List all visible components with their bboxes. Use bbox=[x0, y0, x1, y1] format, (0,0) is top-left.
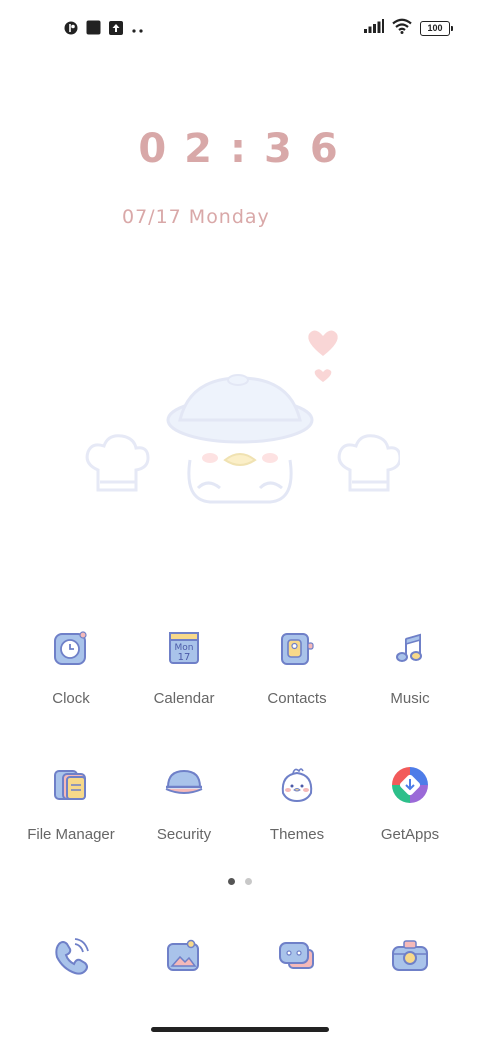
dock-camera[interactable] bbox=[390, 936, 430, 976]
dock-phone[interactable] bbox=[51, 936, 91, 976]
wifi-icon bbox=[392, 18, 412, 39]
app-file-manager[interactable]: File Manager bbox=[15, 765, 127, 843]
getapps-icon bbox=[390, 765, 430, 805]
camera-icon bbox=[390, 940, 430, 980]
wallpaper-illustration bbox=[80, 320, 402, 510]
notification-app-icon bbox=[64, 21, 78, 40]
app-contacts[interactable]: Contacts bbox=[241, 629, 353, 707]
gallery-icon bbox=[164, 939, 204, 980]
app-getapps[interactable]: GetApps bbox=[354, 765, 466, 843]
page-dot-1[interactable] bbox=[228, 878, 235, 885]
app-security[interactable]: Security bbox=[128, 765, 240, 843]
calendar-icon: Mon 17 bbox=[164, 629, 204, 669]
app-music[interactable]: Music bbox=[354, 629, 466, 707]
page-dot-2[interactable] bbox=[245, 878, 252, 885]
folder-icon bbox=[51, 765, 91, 805]
chick-illustration bbox=[166, 374, 314, 504]
heart-icon bbox=[308, 330, 338, 382]
app-clock[interactable]: Clock bbox=[15, 629, 127, 707]
app-label: Clock bbox=[52, 690, 90, 707]
app-themes[interactable]: Themes bbox=[241, 765, 353, 843]
signal-icon bbox=[364, 19, 384, 38]
clock-date[interactable]: 07/17 Monday bbox=[122, 206, 270, 228]
dock-gallery[interactable] bbox=[164, 936, 204, 976]
app-label: Security bbox=[156, 826, 212, 843]
music-icon bbox=[390, 629, 430, 669]
app-label: GetApps bbox=[380, 826, 440, 843]
app-label: Themes bbox=[269, 826, 325, 843]
app-label: File Manager bbox=[27, 826, 115, 843]
chef-hat-left-icon bbox=[85, 434, 150, 492]
notification-square-icon bbox=[86, 20, 101, 40]
dock-messages[interactable] bbox=[277, 936, 317, 976]
battery-icon: 100 bbox=[420, 21, 453, 36]
app-calendar[interactable]: Mon 17 Calendar bbox=[128, 629, 240, 707]
page-indicator[interactable] bbox=[0, 878, 480, 885]
contacts-icon bbox=[277, 629, 317, 669]
system-icons: 100 bbox=[364, 18, 453, 39]
clock-icon bbox=[51, 629, 91, 669]
notification-icons bbox=[64, 20, 145, 40]
themes-icon bbox=[277, 765, 317, 805]
messages-icon bbox=[277, 942, 317, 980]
app-label: Calendar bbox=[153, 690, 215, 707]
phone-icon bbox=[51, 938, 91, 980]
app-label: Contacts bbox=[267, 690, 327, 707]
more-notifications-icon bbox=[131, 21, 145, 39]
calendar-icon-day: 17 bbox=[178, 652, 191, 663]
chef-hat-right-icon bbox=[337, 434, 402, 492]
upload-icon bbox=[109, 20, 123, 40]
home-indicator[interactable] bbox=[151, 1027, 329, 1032]
app-label: Music bbox=[390, 690, 430, 707]
status-bar: 100 bbox=[0, 0, 480, 56]
clock-time[interactable]: 02:36 bbox=[0, 126, 480, 172]
security-icon bbox=[164, 765, 204, 805]
